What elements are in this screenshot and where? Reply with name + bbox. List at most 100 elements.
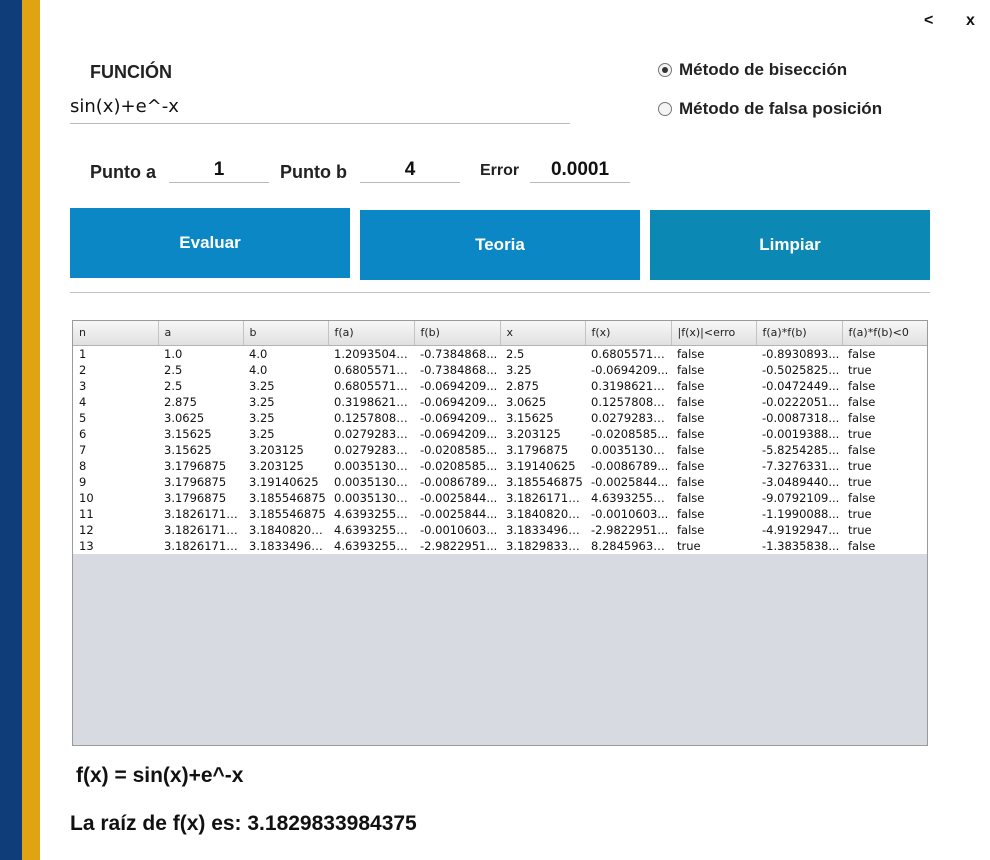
- table-cell: -2.9822951...: [591, 522, 669, 537]
- table-cell: 3.1796875: [164, 458, 227, 473]
- table-cell: 4.63932552...: [591, 490, 671, 505]
- table-cell: 3.15625: [506, 410, 554, 425]
- column-header[interactable]: f(x): [585, 321, 672, 346]
- punto-b-input[interactable]: [360, 157, 460, 183]
- punto-a-label: Punto a: [90, 162, 156, 182]
- limpiar-button[interactable]: Limpiar: [650, 210, 930, 280]
- table-cell: -2.9822951...: [420, 538, 498, 553]
- table-cell: 0.68055714...: [591, 346, 671, 361]
- table-cell: -0.0025844...: [420, 506, 498, 521]
- table-cell: 9: [79, 474, 87, 489]
- table-cell: 0.02792831...: [591, 410, 671, 425]
- table-cell: 3.18334960...: [249, 538, 328, 553]
- table-cell: 0.68055714...: [334, 378, 414, 393]
- function-input[interactable]: [70, 90, 570, 124]
- column-header[interactable]: f(b): [414, 321, 501, 346]
- teoria-button[interactable]: Teoria: [360, 210, 640, 280]
- table-cell: 2.5: [164, 378, 183, 393]
- column-header[interactable]: a: [158, 321, 244, 346]
- table-cell: 2.875: [164, 394, 197, 409]
- punto-a-input[interactable]: [169, 157, 269, 183]
- table-cell: false: [848, 490, 876, 505]
- function-label: FUNCIÓN: [90, 62, 172, 82]
- table-cell: 3.25: [249, 378, 275, 393]
- column-header[interactable]: x: [500, 321, 586, 346]
- table-cell: 0.12578083...: [334, 410, 414, 425]
- table-cell: false: [677, 394, 705, 409]
- table-cell: 1.0: [164, 346, 183, 361]
- table-row[interactable]: 1 1.0 4.0 1.20935042... -0.7384868... 2.5 0.68…: [73, 345, 927, 362]
- table-row[interactable]: 13 3.18261718... 3.18334960... 4.63932552..…: [73, 538, 927, 554]
- table-row[interactable]: 7 3.15625 3.203125 0.02792831... -0.0208585.…: [73, 442, 927, 458]
- table-row[interactable]: 3 2.5 3.25 0.68055714... -0.0694209... 2.875 0…: [73, 378, 927, 394]
- column-header[interactable]: f(a)*f(b): [756, 321, 843, 346]
- table-row[interactable]: 9 3.1796875 3.19140625 0.00351301... -0.0086…: [73, 474, 927, 490]
- table-cell: -0.0086789...: [591, 458, 669, 473]
- table-cell: 3.185546875: [249, 490, 326, 505]
- table-cell: -0.0694209...: [420, 394, 498, 409]
- column-header[interactable]: b: [243, 321, 329, 346]
- table-row[interactable]: 5 3.0625 3.25 0.12578083... -0.0694209... 3.1…: [73, 410, 927, 426]
- table-cell: true: [848, 426, 872, 441]
- table-cell: false: [677, 474, 705, 489]
- column-header[interactable]: n: [73, 321, 159, 346]
- table-cell: false: [848, 346, 876, 361]
- table-cell: 2: [79, 362, 87, 377]
- error-label: Error: [480, 162, 520, 179]
- table-cell: -0.0472449...: [762, 378, 840, 393]
- table-cell: -0.0222051...: [762, 394, 840, 409]
- radio-falsa-posicion-label: Método de falsa posición: [679, 99, 883, 118]
- table-cell: 5: [79, 410, 87, 425]
- table-cell: 3.15625: [164, 426, 212, 441]
- table-cell: 8: [79, 458, 87, 473]
- table-cell: 3.1796875: [164, 490, 227, 505]
- table-row[interactable]: 10 3.1796875 3.185546875 0.00351301... -0.00…: [73, 490, 927, 506]
- table-cell: -9.0792109...: [762, 490, 840, 505]
- table-row[interactable]: 4 2.875 3.25 0.31986213... -0.0694209... 3.06…: [73, 394, 927, 410]
- table-cell: 0.00351301...: [334, 458, 414, 473]
- table-cell: 4.63932552...: [334, 506, 414, 521]
- column-header[interactable]: |f(x)|<erro: [671, 321, 757, 346]
- results-table[interactable]: n a b f(a) f(b) x f(x) |f(x)|<erro f(a)*…: [72, 320, 928, 746]
- table-row[interactable]: 12 3.18261718... 3.18408203... 4.63932552..…: [73, 522, 927, 538]
- table-cell: -0.0208585...: [420, 442, 498, 457]
- table-row[interactable]: 8 3.1796875 3.203125 0.00351301... -0.020858…: [73, 458, 927, 474]
- table-cell: -0.0694209...: [420, 426, 498, 441]
- back-button[interactable]: <: [924, 12, 933, 30]
- table-cell: -0.8930893...: [762, 346, 840, 361]
- table-cell: -1.3835838...: [762, 538, 840, 553]
- table-header-row: n a b f(a) f(b) x f(x) |f(x)|<erro f(a)*…: [73, 321, 927, 346]
- table-cell: false: [848, 410, 876, 425]
- close-button[interactable]: x: [966, 12, 975, 30]
- radio-biseccion-label: Método de bisección: [679, 60, 848, 79]
- table-cell: true: [848, 522, 872, 537]
- radio-falsa-posicion[interactable]: Método de falsa posición: [658, 99, 882, 119]
- table-cell: -0.0694209...: [420, 410, 498, 425]
- error-input[interactable]: [530, 157, 630, 183]
- table-cell: 3.25: [506, 362, 532, 377]
- table-cell: 0.00351301...: [334, 474, 414, 489]
- table-cell: 3.25: [249, 410, 275, 425]
- radio-biseccion[interactable]: Método de bisección: [658, 60, 847, 80]
- table-cell: 4.0: [249, 362, 268, 377]
- table-cell: -0.0025844...: [420, 490, 498, 505]
- table-row[interactable]: 2 2.5 4.0 0.68055714... -0.7384868... 3.25 -0.…: [73, 362, 927, 378]
- table-cell: 3.25: [249, 426, 275, 441]
- table-row[interactable]: 11 3.18261718... 3.185546875 4.63932552... -…: [73, 506, 927, 522]
- table-row[interactable]: 6 3.15625 3.25 0.02792831... -0.0694209... 3.…: [73, 426, 927, 442]
- column-header[interactable]: f(a): [328, 321, 415, 346]
- table-cell: false: [677, 442, 705, 457]
- table-cell: 3: [79, 378, 87, 393]
- table-cell: -0.0025844...: [591, 474, 669, 489]
- table-cell: true: [848, 474, 872, 489]
- evaluar-button[interactable]: Evaluar: [70, 208, 350, 278]
- table-cell: -0.0208585...: [420, 458, 498, 473]
- table-cell: 3.18261718...: [164, 538, 243, 553]
- table-cell: 2.5: [506, 346, 525, 361]
- table-cell: -0.7384868...: [420, 362, 498, 377]
- table-cell: 3.25: [249, 394, 275, 409]
- column-header[interactable]: f(a)*f(b)<0: [842, 321, 927, 346]
- table-cell: 10: [79, 490, 94, 505]
- table-cell: 3.18261718...: [506, 490, 585, 505]
- table-cell: false: [677, 362, 705, 377]
